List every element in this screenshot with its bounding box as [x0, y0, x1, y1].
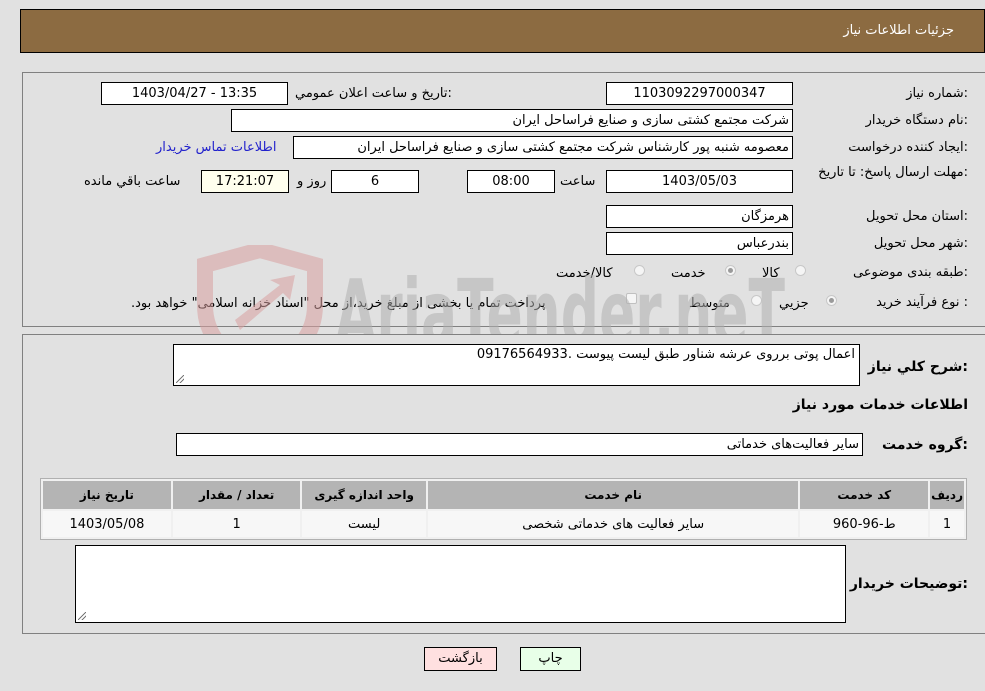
col-service-code: کد خدمت [800, 481, 929, 509]
remaining-time-label: ساعت باقي مانده [84, 174, 181, 189]
buyer-contact-link[interactable]: اطلاعات تماس خریدار [156, 140, 276, 155]
buyer-org-field: شرکت مجتمع کشتی سازی و صنایع فراساحل ایر… [231, 109, 793, 132]
cell-quantity: 1 [172, 511, 301, 537]
province-label: استان محل تحویل: [866, 209, 968, 224]
back-button[interactable]: بازگشت [424, 647, 497, 671]
col-row-number: ردیف [930, 481, 964, 509]
purchase-type-label: نوع فرآیند خرید : [876, 295, 968, 310]
treasury-checkbox[interactable] [626, 293, 637, 304]
services-section-title: اطلاعات خدمات مورد نیاز [792, 397, 968, 413]
purchase-radio-medium[interactable] [751, 295, 762, 306]
deadline-time-field: 08:00 [467, 170, 555, 193]
category-radio-goods-service[interactable] [634, 265, 645, 276]
deadline-date-field: 1403/05/03 [606, 170, 793, 193]
table-row: 1 ط-96-960 سایر فعالیت های خدماتی شخصی ل… [43, 511, 964, 537]
col-quantity: تعداد / مقدار [172, 481, 301, 509]
treasury-note: پرداخت تمام یا بخشی از مبلغ خرید،از محل … [131, 296, 546, 311]
buyer-org-label: نام دستگاه خریدار: [865, 113, 968, 128]
description-textarea[interactable]: اعمال پوتی برروی عرشه شناور طبق لیست پیو… [173, 344, 860, 386]
announce-datetime-field: 1403/04/27 - 13:35 [101, 82, 288, 105]
service-group-field: سایر فعالیت‌های خدماتی [176, 433, 863, 456]
resize-grip-icon[interactable] [176, 375, 184, 383]
requester-field: معصومه شنبه پور کارشناس شرکت مجتمع کشتی … [293, 136, 793, 159]
description-label: شرح كلي نیاز: [867, 359, 968, 375]
category-option-goods-service: کالا/خدمت [556, 266, 613, 281]
print-button[interactable]: چاپ [520, 647, 581, 671]
cell-need-date: 1403/05/08 [43, 511, 171, 537]
remaining-time-field: 17:21:07 [201, 170, 289, 193]
resize-grip-icon[interactable] [78, 612, 86, 620]
category-option-service: خدمت [671, 266, 706, 281]
city-field: بندرعباس [606, 232, 793, 255]
announce-datetime-label: تاریخ و ساعت اعلان عمومي: [295, 86, 452, 101]
col-need-date: تاریخ نیاز [43, 481, 171, 509]
requester-label: ایجاد کننده درخواست: [848, 140, 968, 155]
page-header: جزئیات اطلاعات نیاز [20, 9, 985, 53]
remaining-days-field: 6 [331, 170, 419, 193]
purchase-radio-minor[interactable] [826, 295, 837, 306]
category-label: طبقه بندی موضوعی: [852, 265, 968, 280]
service-group-label: گروه خدمت: [882, 437, 968, 453]
category-radio-service[interactable] [725, 265, 736, 276]
services-table: ردیف کد خدمت نام خدمت واحد اندازه گیری ت… [40, 478, 967, 540]
deadline-label: مهلت ارسال پاسخ: تا تاریخ: [818, 165, 968, 180]
col-unit: واحد اندازه گیری [302, 481, 426, 509]
purchase-option-minor: جزيي [779, 296, 809, 311]
cell-service-code: ط-96-960 [800, 511, 929, 537]
need-number-field: 1103092297000347 [606, 82, 793, 105]
need-number-label: شماره نیاز: [906, 86, 968, 101]
cell-unit: لیست [302, 511, 426, 537]
buyer-notes-textarea[interactable] [75, 545, 846, 623]
cell-service-name: سایر فعالیت های خدماتی شخصی [427, 511, 799, 537]
deadline-time-label: ساعت [560, 174, 596, 189]
days-label: روز و [297, 174, 327, 189]
province-field: هرمزگان [606, 205, 793, 228]
buyer-notes-label: توضیحات خریدار: [849, 576, 968, 592]
cell-row-number: 1 [930, 511, 964, 537]
table-header-row: ردیف کد خدمت نام خدمت واحد اندازه گیری ت… [43, 481, 964, 509]
category-radio-goods[interactable] [795, 265, 806, 276]
city-label: شهر محل تحویل: [873, 236, 968, 251]
description-text: اعمال پوتی برروی عرشه شناور طبق لیست پیو… [476, 347, 855, 362]
category-option-goods: کالا [762, 266, 780, 281]
purchase-option-medium: متوسط [689, 296, 730, 311]
page-title: جزئیات اطلاعات نیاز [843, 23, 954, 38]
col-service-name: نام خدمت [427, 481, 799, 509]
